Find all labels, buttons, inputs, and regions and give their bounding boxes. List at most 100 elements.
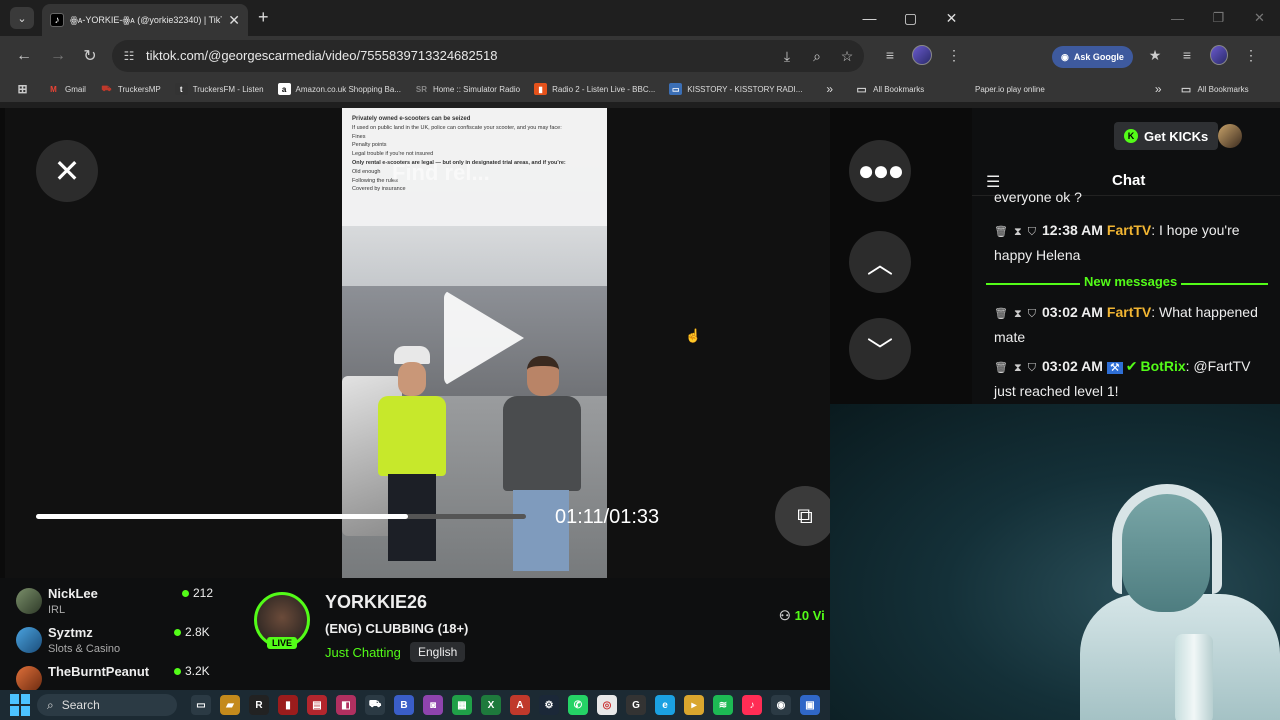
- app-pink-icon[interactable]: ◧: [336, 695, 356, 715]
- ban-icon[interactable]: ⛉: [1028, 308, 1036, 320]
- rockstar-icon[interactable]: R: [249, 695, 269, 715]
- channel-viewers: 2.8K: [174, 625, 210, 639]
- bookmarks-overflow-icon-right[interactable]: »: [1155, 82, 1162, 96]
- windows-taskbar: ⌕ Search ▭ ▰ R ▮ ▤ ◧ ⛟ B ◙ ▦ X A ⚙ ✆ ◎ G …: [0, 690, 830, 720]
- app-g-icon[interactable]: G: [626, 695, 646, 715]
- timeout-icon[interactable]: ⧗: [1014, 362, 1022, 374]
- channel-viewers: 3.2K: [174, 664, 210, 678]
- viewer-count: ⚇ 10 Vi: [779, 608, 825, 623]
- ban-icon[interactable]: ⛉: [1028, 226, 1036, 238]
- all-bookmarks-right[interactable]: ▭ All Bookmarks: [1180, 83, 1249, 96]
- play-icon[interactable]: [444, 290, 524, 386]
- site-settings-icon[interactable]: ☷: [120, 47, 138, 65]
- app-blue-icon[interactable]: ▣: [800, 695, 820, 715]
- bookmarks-overflow-icon[interactable]: »: [826, 82, 833, 96]
- twitch-icon[interactable]: ◙: [423, 695, 443, 715]
- user-avatar[interactable]: [1218, 124, 1242, 148]
- close-window-button[interactable]: ✕: [931, 0, 972, 36]
- bookmark-truckersfm[interactable]: t TruckersFM - Listen: [174, 83, 264, 95]
- video-progress-fill: [36, 514, 409, 519]
- media-control-icon-right[interactable]: ≡: [1178, 44, 1196, 66]
- verified-badge-icon: ✔: [1125, 358, 1138, 374]
- bookmark-paperio[interactable]: Paper.io play online: [975, 85, 1045, 94]
- all-bookmarks[interactable]: ▭ All Bookmarks: [855, 83, 924, 96]
- minimize-button-right[interactable]: —: [1157, 0, 1198, 36]
- app-stream-icon[interactable]: ▤: [307, 695, 327, 715]
- url-text[interactable]: tiktok.com/@georgescarmedia/video/755583…: [146, 48, 497, 63]
- maximize-button[interactable]: ▢: [890, 0, 931, 36]
- edge-icon[interactable]: e: [655, 695, 675, 715]
- delete-icon[interactable]: 🗑: [994, 362, 1008, 374]
- mouse-cursor: ☝: [685, 328, 702, 343]
- ask-google-button[interactable]: ◉ Ask Google: [1052, 46, 1133, 68]
- bookmark-radio2[interactable]: ▮ Radio 2 - Listen Live - BBC...: [534, 83, 655, 95]
- close-video-button[interactable]: ✕: [36, 140, 98, 202]
- steam-icon[interactable]: ⚙: [539, 695, 559, 715]
- pip-icon[interactable]: ⧉: [775, 486, 835, 546]
- stream-title: (ENG) CLUBBING (18+): [325, 621, 469, 636]
- moderator-badge-icon: ⚒: [1106, 362, 1123, 374]
- file-explorer-icon[interactable]: ▰: [220, 695, 240, 715]
- delete-icon[interactable]: 🗑: [994, 226, 1008, 238]
- get-kicks-button[interactable]: K Get KICKs: [1114, 122, 1219, 150]
- more-menu-icon-right[interactable]: ⋮: [1242, 44, 1260, 66]
- more-menu-icon[interactable]: ⋮: [944, 44, 964, 66]
- app-yellow-icon[interactable]: ▸: [684, 695, 704, 715]
- bookmark-star-icon-right[interactable]: ★: [1146, 44, 1164, 66]
- google-lens-icon: ◉: [1061, 51, 1069, 62]
- tab-search-button[interactable]: ⌄: [10, 7, 34, 29]
- app-b-icon[interactable]: B: [394, 695, 414, 715]
- app-record-icon[interactable]: ◉: [771, 695, 791, 715]
- sidebar-channel-nicklee[interactable]: NickLee IRL 212: [16, 586, 216, 622]
- app-green-icon[interactable]: ▦: [452, 695, 472, 715]
- chrome-icon[interactable]: ◎: [597, 695, 617, 715]
- app-red-icon[interactable]: ▮: [278, 695, 298, 715]
- forward-button[interactable]: →: [46, 44, 70, 68]
- language-tag[interactable]: English: [410, 642, 466, 662]
- maximize-button-right[interactable]: ❐: [1198, 0, 1239, 36]
- ban-icon[interactable]: ⛉: [1028, 362, 1036, 374]
- sidebar-channel-syztmz[interactable]: Syztmz Slots & Casino 2.8K: [16, 625, 216, 661]
- bookmark-kisstory[interactable]: ▭ KISSTORY - KISSTORY RADI...: [669, 83, 802, 95]
- profile-avatar[interactable]: [912, 44, 932, 66]
- task-view-icon[interactable]: ▭: [191, 695, 211, 715]
- reload-button[interactable]: ↻: [78, 44, 102, 68]
- close-tab-icon[interactable]: ✕: [228, 12, 240, 29]
- next-video-button[interactable]: ﹀: [849, 318, 911, 380]
- tiktok-app-icon[interactable]: ♪: [742, 695, 762, 715]
- app-a-icon[interactable]: A: [510, 695, 530, 715]
- back-button[interactable]: ←: [12, 44, 36, 68]
- apps-grid-icon[interactable]: ⊞: [16, 82, 29, 96]
- bookmark-star-icon[interactable]: ☆: [838, 46, 856, 66]
- spotify-icon[interactable]: ≋: [713, 695, 733, 715]
- bookmark-amazon[interactable]: a Amazon.co.uk Shopping Ba...: [277, 83, 401, 95]
- tab-tiktok[interactable]: ♪ ꙮᴀ-YORKIE-ꙮᴀ (@yorkie32340) | TikTok ✕: [42, 4, 248, 36]
- new-tab-button[interactable]: +: [258, 7, 269, 28]
- man-figure: [497, 356, 587, 571]
- minimize-button[interactable]: —: [849, 0, 890, 36]
- zoom-icon[interactable]: ⌕: [808, 46, 826, 66]
- truck-app-icon[interactable]: ⛟: [365, 695, 385, 715]
- close-window-button-right[interactable]: ✕: [1239, 0, 1280, 36]
- bookmark-simulator-radio[interactable]: SR Home :: Simulator Radio: [415, 83, 520, 95]
- video-progress-bar[interactable]: [36, 514, 526, 519]
- address-bar[interactable]: ☷ tiktok.com/@georgescarmedia/video/7555…: [112, 40, 864, 72]
- profile-avatar-right[interactable]: [1210, 44, 1228, 66]
- more-options-button[interactable]: ●●●: [849, 140, 911, 202]
- timeout-icon[interactable]: ⧗: [1014, 308, 1022, 320]
- start-button[interactable]: [10, 694, 32, 716]
- bookmark-truckersmp[interactable]: ⛟ TruckersMP: [100, 83, 160, 95]
- excel-icon[interactable]: X: [481, 695, 501, 715]
- taskbar-search[interactable]: ⌕ Search: [37, 694, 177, 716]
- delete-icon[interactable]: 🗑: [994, 308, 1008, 320]
- previous-video-button[interactable]: ︿: [849, 231, 911, 293]
- timeout-icon[interactable]: ⧗: [1014, 226, 1022, 238]
- streamer-name[interactable]: YORKKIE26: [325, 592, 427, 613]
- stream-category[interactable]: Just Chatting: [325, 645, 401, 660]
- bookmark-gmail[interactable]: M Gmail: [47, 83, 86, 95]
- whatsapp-icon[interactable]: ✆: [568, 695, 588, 715]
- install-icon[interactable]: ⤓: [778, 46, 796, 66]
- notice-line: Legal trouble if you're not insured: [352, 151, 434, 158]
- media-control-icon[interactable]: ≡: [880, 44, 900, 66]
- collapse-chat-icon[interactable]: ☰: [986, 172, 1000, 192]
